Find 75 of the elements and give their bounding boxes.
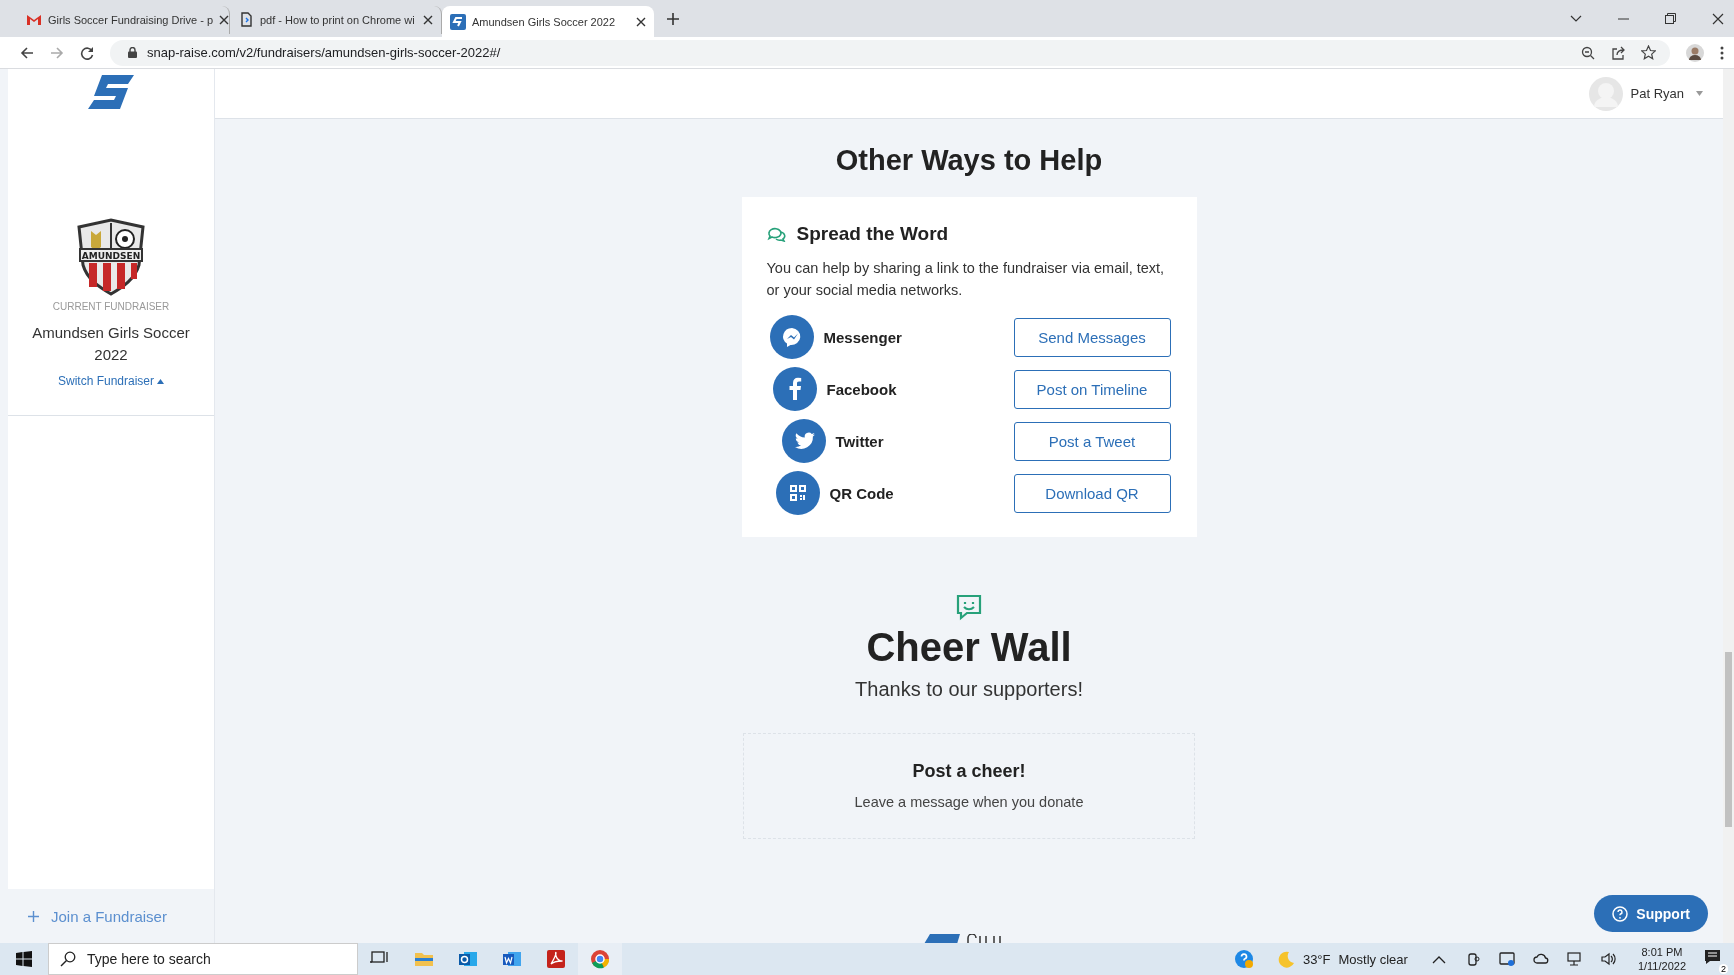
tab-title: Amundsen Girls Soccer 2022: [472, 15, 617, 28]
switch-fundraiser-link[interactable]: Switch Fundraiser: [57, 374, 164, 388]
qr-code-icon: [775, 471, 820, 515]
section-label: CURRENT FUNDRAISER: [52, 301, 170, 312]
share-button[interactable]: Post on Timeline: [1013, 369, 1171, 409]
mail-icon: [26, 12, 42, 28]
channel-name: Messenger: [823, 328, 902, 346]
help-icon[interactable]: [1233, 949, 1254, 969]
share-button[interactable]: Post a Tweet: [1013, 421, 1171, 461]
scrollbar[interactable]: [1723, 69, 1734, 943]
caret-down-icon: [1696, 91, 1703, 96]
more-icon[interactable]: [1720, 45, 1724, 60]
section-title: Other Ways to Help: [835, 144, 1103, 177]
card-description: Leave a message when you donate: [854, 794, 1084, 810]
notification-count: 2: [1719, 964, 1728, 974]
tab-title: pdf - How to print on Chrome wi: [260, 14, 416, 26]
help-circle-icon: [1612, 905, 1629, 922]
bird-icon: [781, 419, 826, 463]
restore-icon[interactable]: [1665, 13, 1676, 24]
reload-icon[interactable]: [80, 45, 94, 60]
clock[interactable]: 8:01 PM 1/11/2022: [1637, 945, 1686, 973]
fundraiser-name: Amundsen Girls Soccer 2022: [31, 323, 191, 365]
weather-text: Mostly clear: [1338, 951, 1408, 967]
messenger-icon: [769, 315, 814, 359]
browser-tab[interactable]: Girls Soccer Fundraising Drive - p: [18, 6, 230, 34]
scrollbar-thumb[interactable]: [1725, 652, 1732, 827]
notifications-icon[interactable]: [1704, 948, 1722, 966]
facebook-icon: [772, 367, 817, 411]
close-icon[interactable]: [423, 15, 433, 25]
share-button[interactable]: Send Messages: [1013, 317, 1171, 357]
share-icon[interactable]: [1611, 45, 1625, 60]
user-menu[interactable]: Pat Ryan: [1588, 76, 1703, 111]
new-tab-icon[interactable]: [666, 11, 680, 26]
support-button[interactable]: Support: [1594, 895, 1708, 932]
snap-logo-icon: [450, 13, 466, 30]
browser-icon[interactable]: [578, 943, 622, 975]
card-title: Post a cheer!: [912, 761, 1026, 782]
avatar-icon: [1588, 76, 1623, 111]
back-arrow-icon[interactable]: [20, 45, 34, 60]
section-title: Cheer Wall: [866, 625, 1072, 670]
cloud-icon[interactable]: [1532, 951, 1549, 967]
url-text: snap-raise.com/v2/fundraisers/amundsen-girls-soccer-2022#/: [147, 45, 501, 60]
plus-icon: [28, 910, 39, 922]
speaker-icon[interactable]: [1600, 951, 1617, 967]
channel-name: Facebook: [826, 380, 897, 398]
close-icon[interactable]: [219, 15, 230, 25]
card-title: Spread the Word: [796, 223, 949, 245]
smiley-chat-icon: [955, 593, 983, 621]
tab-title: Girls Soccer Fundraising Drive - p: [48, 14, 214, 26]
zoom-out-icon[interactable]: [1581, 45, 1595, 60]
temperature-text: 33°F: [1302, 951, 1331, 967]
address-bar[interactable]: snap-raise.com/v2/fundraisers/amundsen-girls-soccer-2022#/: [110, 39, 1670, 66]
channel-name: Twitter: [835, 432, 884, 450]
search-icon: [60, 951, 76, 967]
section-subtitle: Thanks to our supporters!: [855, 678, 1083, 701]
taskbar-search-field[interactable]: Type here to search: [48, 943, 358, 975]
monitor-icon[interactable]: [1498, 951, 1515, 967]
avatar-icon[interactable]: [1686, 43, 1704, 62]
document-icon: [238, 12, 254, 28]
chat-bubbles-icon: [766, 226, 787, 242]
star-icon[interactable]: [1641, 45, 1656, 60]
lock-icon: [128, 47, 137, 58]
caret-up-icon: [157, 378, 164, 384]
snap-logo-icon[interactable]: [88, 75, 134, 109]
channel-name: QR Code: [829, 484, 894, 502]
browser-tab[interactable]: Amundsen Girls Soccer 2022: [442, 6, 654, 37]
close-icon[interactable]: [1712, 12, 1724, 25]
minimize-icon[interactable]: [1618, 17, 1629, 20]
crest-text: AMUNDSEN: [81, 251, 141, 261]
share-button[interactable]: Download QR: [1013, 473, 1171, 513]
close-icon[interactable]: [636, 16, 646, 27]
moon-icon: [1276, 950, 1295, 968]
chevron-down-icon[interactable]: [1570, 14, 1582, 23]
weather-widget[interactable]: 33°F Mostly clear: [1276, 950, 1408, 968]
card-description: You can help by sharing a link to the fundraiser via email, text, or your social media networks.: [766, 259, 1166, 300]
